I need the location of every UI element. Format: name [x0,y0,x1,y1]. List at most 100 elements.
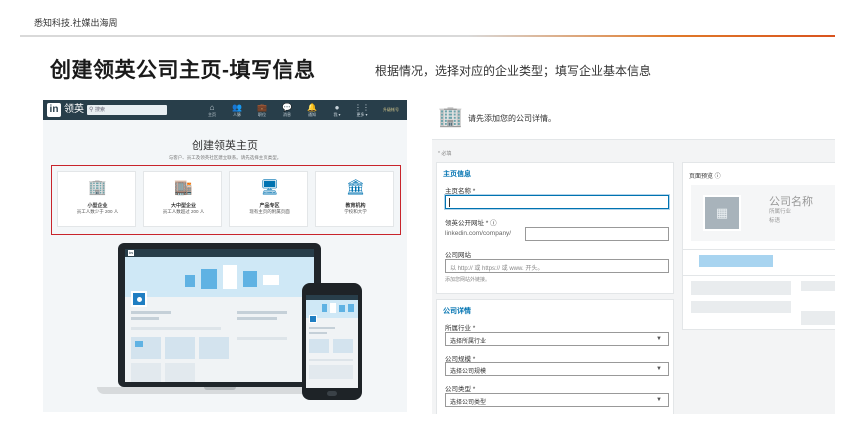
nav-home-label: 主页 [208,112,216,117]
details-header: 🏢 请先添加您的公司详情。 [432,96,835,140]
grid-icon: ⋮⋮ [354,103,370,112]
page-name-label: 主页名称 * [445,188,476,195]
create-page-subheading: 与客户、员工及领英社区建立联系。请先选择主页类型。 [168,155,282,160]
website-placeholder: 以 http:// 或 https:// 或 www. 开头。 [450,266,544,272]
preview-placeholder [691,301,791,313]
home-icon: ⌂ [209,103,215,112]
company-type-select[interactable]: 选择公司类型 ▼ [445,393,669,407]
type-card-education[interactable]: 🏛 教育机构 学校和大学 [315,171,394,227]
upgrade-link[interactable]: 升级帐号 [383,107,399,113]
hero-block [263,275,279,285]
nav-more[interactable]: ⋮⋮ 更多 ▾ [351,103,373,117]
type-card-small-business[interactable]: 🏢 小型企业 员工人数少于 200 人 [57,171,136,227]
preview-divider [683,249,835,250]
type-card-desc: 员工人数超过 200 人 [162,209,205,214]
placeholder-tile [165,337,195,359]
preview-button-placeholder [699,255,773,267]
phone-screen [306,295,358,388]
hero-block [243,271,257,287]
nav-messages[interactable]: 💬 消息 [276,103,298,117]
public-url-label: 领英公开网址 * ⓘ [445,220,497,227]
company-detail-panel: 公司详情 所属行业 * 选择所属行业 ▼ 公司规模 * 选择公司规模 ▼ 公司类… [436,299,674,414]
public-url-input[interactable] [525,227,669,241]
search-icon: ⚲ [89,107,94,113]
page-info-title: 主页信息 [443,171,471,178]
bell-icon: 🔔 [307,103,317,112]
type-card-title: 教育机构 [345,203,366,209]
linkedin-topbar: in 领英 ⚲ 搜索 ⌂ 主页 👥 人脉 💼 职位 💬 消息 🔔 通知 ● 我 … [43,100,407,120]
company-type-label: 公司类型 * [445,386,476,393]
company-detail-title: 公司详情 [443,308,471,315]
placeholder-line [131,311,171,314]
industry-select[interactable]: 选择所属行业 ▼ [445,332,669,346]
industry-label: 所属行业 * [445,325,476,332]
page-preview-panel: 页面预览 ⓘ ▦ 公司名称 所属行业 标语 [682,162,835,330]
website-label: 公司网站 [445,252,471,259]
company-size-value: 选择公司规模 [450,369,487,375]
placeholder-line [309,359,353,361]
create-page-heading: 创建领英主页 [192,140,258,152]
placeholder-tile [333,339,353,353]
laptop-avatar [131,291,147,307]
nav-jobs[interactable]: 💼 职位 [251,103,273,117]
hero-block [185,275,195,287]
linkedin-logo-icon[interactable]: in [47,103,61,117]
type-card-desc: 学校和大学 [344,209,367,214]
placeholder-tile [131,337,161,359]
building-icon: 🏢 [438,106,463,128]
page-info-panel: 主页信息 主页名称 * 领英公开网址 * ⓘ linkedin.com/comp… [436,162,674,294]
nav-notifications[interactable]: 🔔 通知 [301,103,323,117]
hero-block [348,304,354,312]
type-card-title: 产品专区 [259,203,280,209]
small-business-icon: 🏢 [88,179,107,196]
website-input[interactable]: 以 http:// 或 https:// 或 www. 开头。 [445,259,669,273]
monitor-icon: 🖥 [259,179,280,196]
preview-industry: 所属行业 [769,209,792,215]
website-help: 添加您网站外链接。 [445,277,491,283]
institution-icon: 🏛 [345,179,366,196]
nav-jobs-label: 职位 [258,112,266,117]
search-input[interactable]: ⚲ 搜索 [87,105,167,115]
slide-title: 创建领英公司主页-填写信息 [50,59,316,82]
company-size-select[interactable]: 选择公司规模 ▼ [445,362,669,376]
details-header-text: 请先添加您的公司详情。 [468,114,556,123]
hero-block [322,304,327,312]
preview-placeholder [801,311,835,325]
nav-network-label: 人脉 [233,112,241,117]
nav-me[interactable]: ● 我 ▾ [326,103,348,117]
type-card-showcase[interactable]: 🖥 产品专区 现有主页的附属页面 [229,171,308,227]
header-rule [20,35,835,37]
type-card-large-business[interactable]: 🏬 大中型企业 员工人数超过 200 人 [143,171,222,227]
placeholder-tile [309,365,353,379]
placeholder-tile [199,337,229,359]
industry-value: 选择所属行业 [450,339,487,345]
nav-home[interactable]: ⌂ 主页 [201,103,223,117]
hero-block [223,265,237,289]
page-name-input[interactable] [445,195,669,209]
tile-accent [135,341,143,347]
placeholder-line [131,327,221,330]
hero-block [339,305,345,312]
brand-label: 悉知科技.社媒出海周 [34,18,118,28]
placeholder-line [237,311,287,314]
nav-messages-label: 消息 [283,112,291,117]
placeholder-tile [309,339,329,353]
linkedin-brand: 领英 [64,104,84,115]
required-note: * 必填 [438,151,452,157]
chevron-down-icon: ▼ [656,366,662,372]
phone-illustration [302,283,362,400]
type-card-desc: 现有主页的附属页面 [249,209,290,214]
nav-network[interactable]: 👥 人脉 [226,103,248,117]
url-prefix: linkedin.com/company/ [445,230,512,237]
laptop-topbar: in [125,249,314,257]
laptop-screen: in [125,249,314,382]
laptop-illustration: in [118,243,321,387]
type-card-title: 大中型企业 [170,203,196,209]
avatar-icon: ● [334,103,340,112]
laptop-notch [204,387,236,390]
preview-placeholder [801,281,835,291]
type-card-title: 小型企业 [87,203,108,209]
people-icon: 👥 [232,103,242,112]
page-preview-title: 页面预览 ⓘ [689,174,721,180]
placeholder-line [131,317,159,320]
